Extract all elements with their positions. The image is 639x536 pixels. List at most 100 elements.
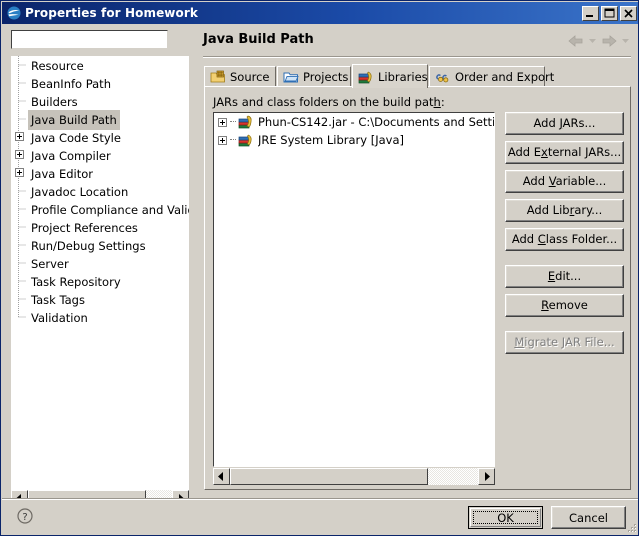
sidebar-item-task-repository[interactable]: Task Repository [11,272,189,290]
sidebar-item-label: Project References [31,221,138,235]
sidebar-item-label: Javadoc Location [31,185,129,199]
page-navigation [567,33,631,49]
tab-strip: Source Projects Libraries Order and Export [204,64,631,88]
resize-grip[interactable] [625,522,637,534]
eclipse-app-icon [6,5,22,21]
tab-label: Order and Export [455,70,555,84]
entry-guide-line [230,139,236,141]
sidebar-item-java-compiler[interactable]: Java Compiler [11,146,189,164]
tree-guide-line [17,200,29,218]
tree-guide-line [17,110,29,128]
sidebar-item-label: BeanInfo Path [31,77,111,91]
tree-guide-line [17,308,29,326]
build-path-entry[interactable]: Phun-CS142.jar - C:\Documents and Settin… [214,113,494,131]
ok-button[interactable]: OK [468,506,543,529]
tab-source[interactable]: Source [204,66,276,87]
migrate-jar-file-button: Migrate JAR File... [505,331,624,354]
tab-libraries[interactable]: Libraries [352,64,428,88]
properties-dialog: Properties for Homework Resource BeanInf… [0,0,639,536]
list-scroll-track[interactable] [230,468,478,485]
tree-guide-line [17,236,29,254]
order-export-icon [435,69,451,85]
sidebar-item-project-references[interactable]: Project References [11,218,189,236]
list-horizontal-scrollbar[interactable] [213,468,495,485]
tree-guide-line [17,218,29,236]
sidebar-item-validation[interactable]: Validation [11,308,189,326]
page-title: Java Build Path [203,32,314,47]
tree-expand-icon[interactable] [15,168,24,177]
tab-order-and-export[interactable]: Order and Export [429,66,554,87]
tree-expand-icon[interactable] [15,150,24,159]
entry-expand-icon[interactable] [218,135,227,145]
tree-guide-line [17,56,29,74]
tab-label: Projects [303,70,349,84]
list-scroll-thumb[interactable] [230,468,429,485]
help-question-icon[interactable]: ? [16,507,34,525]
sidebar-item-java-editor[interactable]: Java Editor [11,164,189,182]
forward-dropdown-caret-icon[interactable] [620,33,631,49]
forward-arrow-icon[interactable] [600,33,618,49]
entry-label: Phun-CS142.jar - C:\Documents and Settin… [258,115,494,129]
sidebar-item-run-debug-settings[interactable]: Run/Debug Settings [11,236,189,254]
remove-button[interactable]: Remove [505,294,624,317]
cancel-button-label: Cancel [569,510,608,525]
tree-guide-line [17,92,29,110]
sidebar-item-label: Run/Debug Settings [31,239,146,253]
back-dropdown-caret-icon[interactable] [587,33,598,49]
tab-label: Libraries [378,69,428,84]
back-arrow-icon[interactable] [567,33,585,49]
settings-tree-pane: Resource BeanInfo Path Builders Java Build … [2,24,189,507]
filter-input[interactable] [11,30,168,49]
sidebar-item-label: Server [31,257,69,271]
title-bar: Properties for Homework [2,2,638,24]
sidebar-item-label: Profile Compliance and Validatio [31,203,189,217]
add-library-button[interactable]: Add Library... [505,199,624,222]
sidebar-item-label: Task Repository [31,275,121,289]
list-scroll-right-arrow-icon[interactable] [478,468,495,485]
sidebar-item-label: Java Editor [31,167,93,181]
sidebar-item-javadoc-location[interactable]: Javadoc Location [11,182,189,200]
tree-expand-icon[interactable] [15,132,24,141]
projects-folder-icon [283,69,299,85]
entry-guide-line [230,121,236,123]
add-jars-button[interactable]: Add JARs... [505,112,624,135]
source-folder-icon [210,69,226,85]
list-scroll-left-arrow-icon[interactable] [213,468,230,485]
close-icon[interactable] [620,5,637,21]
sidebar-item-task-tags[interactable]: Task Tags [11,290,189,308]
sidebar-item-label: Task Tags [31,293,85,307]
sidebar-item-resource[interactable]: Resource [11,56,189,74]
edit-button[interactable]: Edit... [505,265,624,288]
window-controls [582,5,637,21]
entry-expand-icon[interactable] [218,117,227,127]
build-path-list[interactable]: Phun-CS142.jar - C:\Documents and Settin… [213,112,495,467]
tab-projects[interactable]: Projects [277,66,351,87]
minimize-icon[interactable] [582,5,599,21]
sidebar-item-java-code-style[interactable]: Java Code Style [11,128,189,146]
sidebar-item-beaninfo-path[interactable]: BeanInfo Path [11,74,189,92]
maximize-icon[interactable] [601,5,618,21]
add-class-folder-button[interactable]: Add Class Folder... [505,228,624,251]
add-variable-button[interactable]: Add Variable... [505,170,624,193]
settings-tree[interactable]: Resource BeanInfo Path Builders Java Build … [11,56,189,490]
libraries-tab-panel: JARs and class folders on the build path… [204,86,631,490]
sidebar-item-builders[interactable]: Builders [11,92,189,110]
sidebar-item-server[interactable]: Server [11,254,189,272]
tree-guide-line [17,290,29,308]
tree-guide-line [17,182,29,200]
sidebar-item-profile-compliance-and-validatio[interactable]: Profile Compliance and Validatio [11,200,189,218]
title-separator [203,56,631,58]
dialog-body: Resource BeanInfo Path Builders Java Build … [2,24,638,535]
page-pane: Java Build Path Source Projects Librarie… [195,24,638,490]
build-path-entry[interactable]: JRE System Library [Java] [214,131,494,149]
cancel-button[interactable]: Cancel [551,506,626,529]
sidebar-item-label: Java Compiler [31,149,111,163]
sidebar-item-java-build-path[interactable]: Java Build Path [11,110,189,130]
tree-guide-line [17,74,29,92]
add-external-jars-button[interactable]: Add External JARs... [505,141,624,164]
dialog-footer: ? OK Cancel [2,499,638,535]
tree-guide-line [17,254,29,272]
sidebar-item-label: Builders [31,95,78,109]
list-label: JARs and class folders on the build path… [213,95,445,109]
svg-text:?: ? [22,512,27,523]
